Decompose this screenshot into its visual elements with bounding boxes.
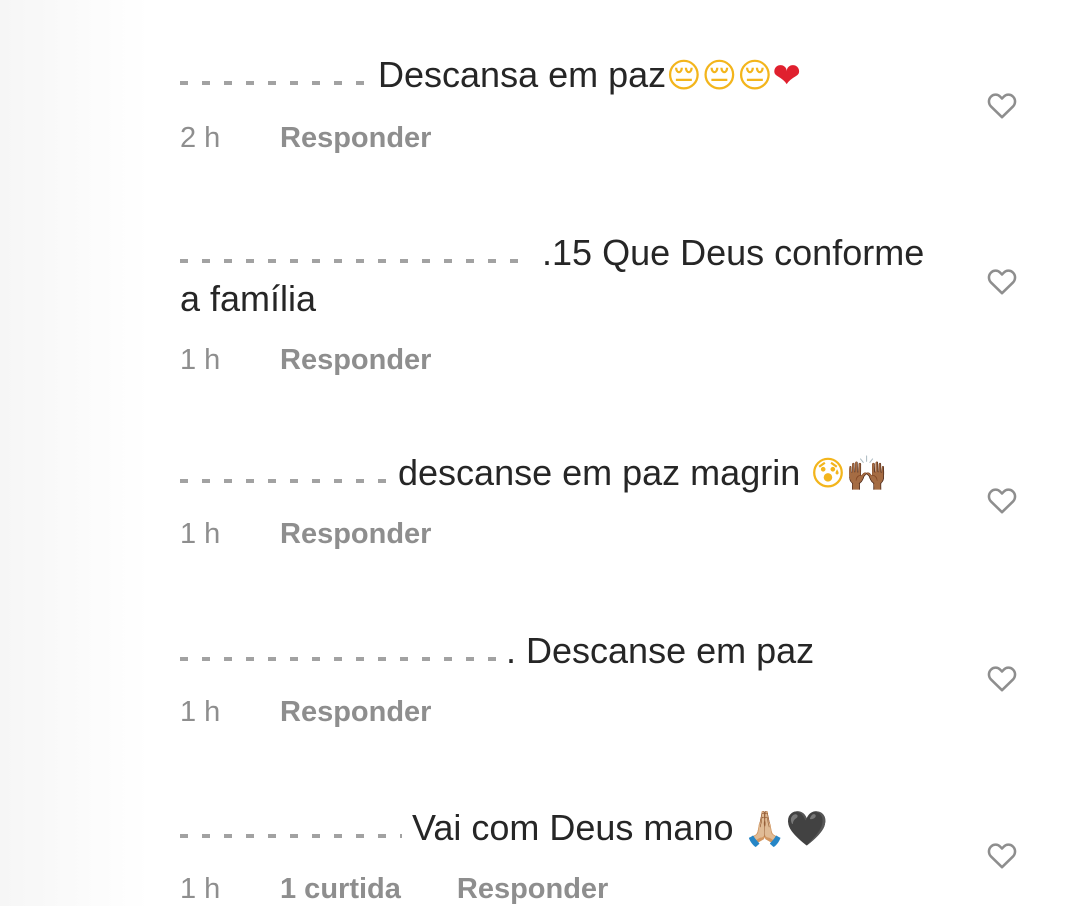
comment-emojis: 😰🙌🏾 [810, 454, 889, 494]
reply-button[interactable]: Responder [280, 342, 431, 378]
comment-body: descanse em paz magrin 😰🙌🏾 [180, 450, 940, 497]
comment-emojis: 🙏🏼🖤 [743, 809, 829, 849]
comment-text: Descansa em paz [378, 54, 667, 95]
comment-text: . Descanse em paz [506, 630, 815, 671]
comment-meta: 2 h Responder [180, 120, 431, 156]
comment-body: .15 Que Deus conforme a família [180, 230, 940, 322]
reply-button[interactable]: Responder [457, 871, 608, 907]
redacted-username [180, 55, 368, 95]
comment-emojis: 😔😔😔❤ [666, 56, 802, 96]
like-heart-icon[interactable] [985, 483, 1019, 517]
like-heart-icon[interactable] [985, 88, 1019, 122]
comment-time: 1 h [180, 873, 221, 905]
comment-time: 1 h [180, 344, 221, 376]
reply-button[interactable]: Responder [280, 516, 431, 552]
comment-time: 1 h [180, 696, 221, 728]
comment-meta: 1 h Responder [180, 516, 431, 552]
comment-time: 2 h [180, 122, 221, 154]
comment-list: Descansa em paz😔😔😔❤ 2 h Responder .15 Qu… [0, 0, 1080, 906]
redacted-username [180, 453, 388, 493]
reply-button[interactable]: Responder [280, 120, 431, 156]
comment-body: Vai com Deus mano 🙏🏼🖤 [180, 805, 940, 852]
comment-meta: 1 h 1 curtida Responder [180, 871, 608, 907]
comment-body: . Descanse em paz [180, 628, 940, 674]
comment-meta: 1 h Responder [180, 694, 431, 730]
comment-time: 1 h [180, 518, 221, 550]
redacted-username [180, 808, 402, 848]
comment-text: Vai com Deus mano [412, 807, 734, 848]
redacted-username [180, 233, 532, 273]
likes-count-link[interactable]: 1 curtida [280, 871, 401, 907]
comment-text: descanse em paz magrin [398, 452, 801, 493]
comment-meta: 1 h Responder [180, 342, 431, 378]
like-heart-icon[interactable] [985, 264, 1019, 298]
like-heart-icon[interactable] [985, 838, 1019, 872]
redacted-username [180, 631, 496, 671]
comment-body: Descansa em paz😔😔😔❤ [180, 52, 940, 99]
reply-button[interactable]: Responder [280, 694, 431, 730]
like-heart-icon[interactable] [985, 661, 1019, 695]
